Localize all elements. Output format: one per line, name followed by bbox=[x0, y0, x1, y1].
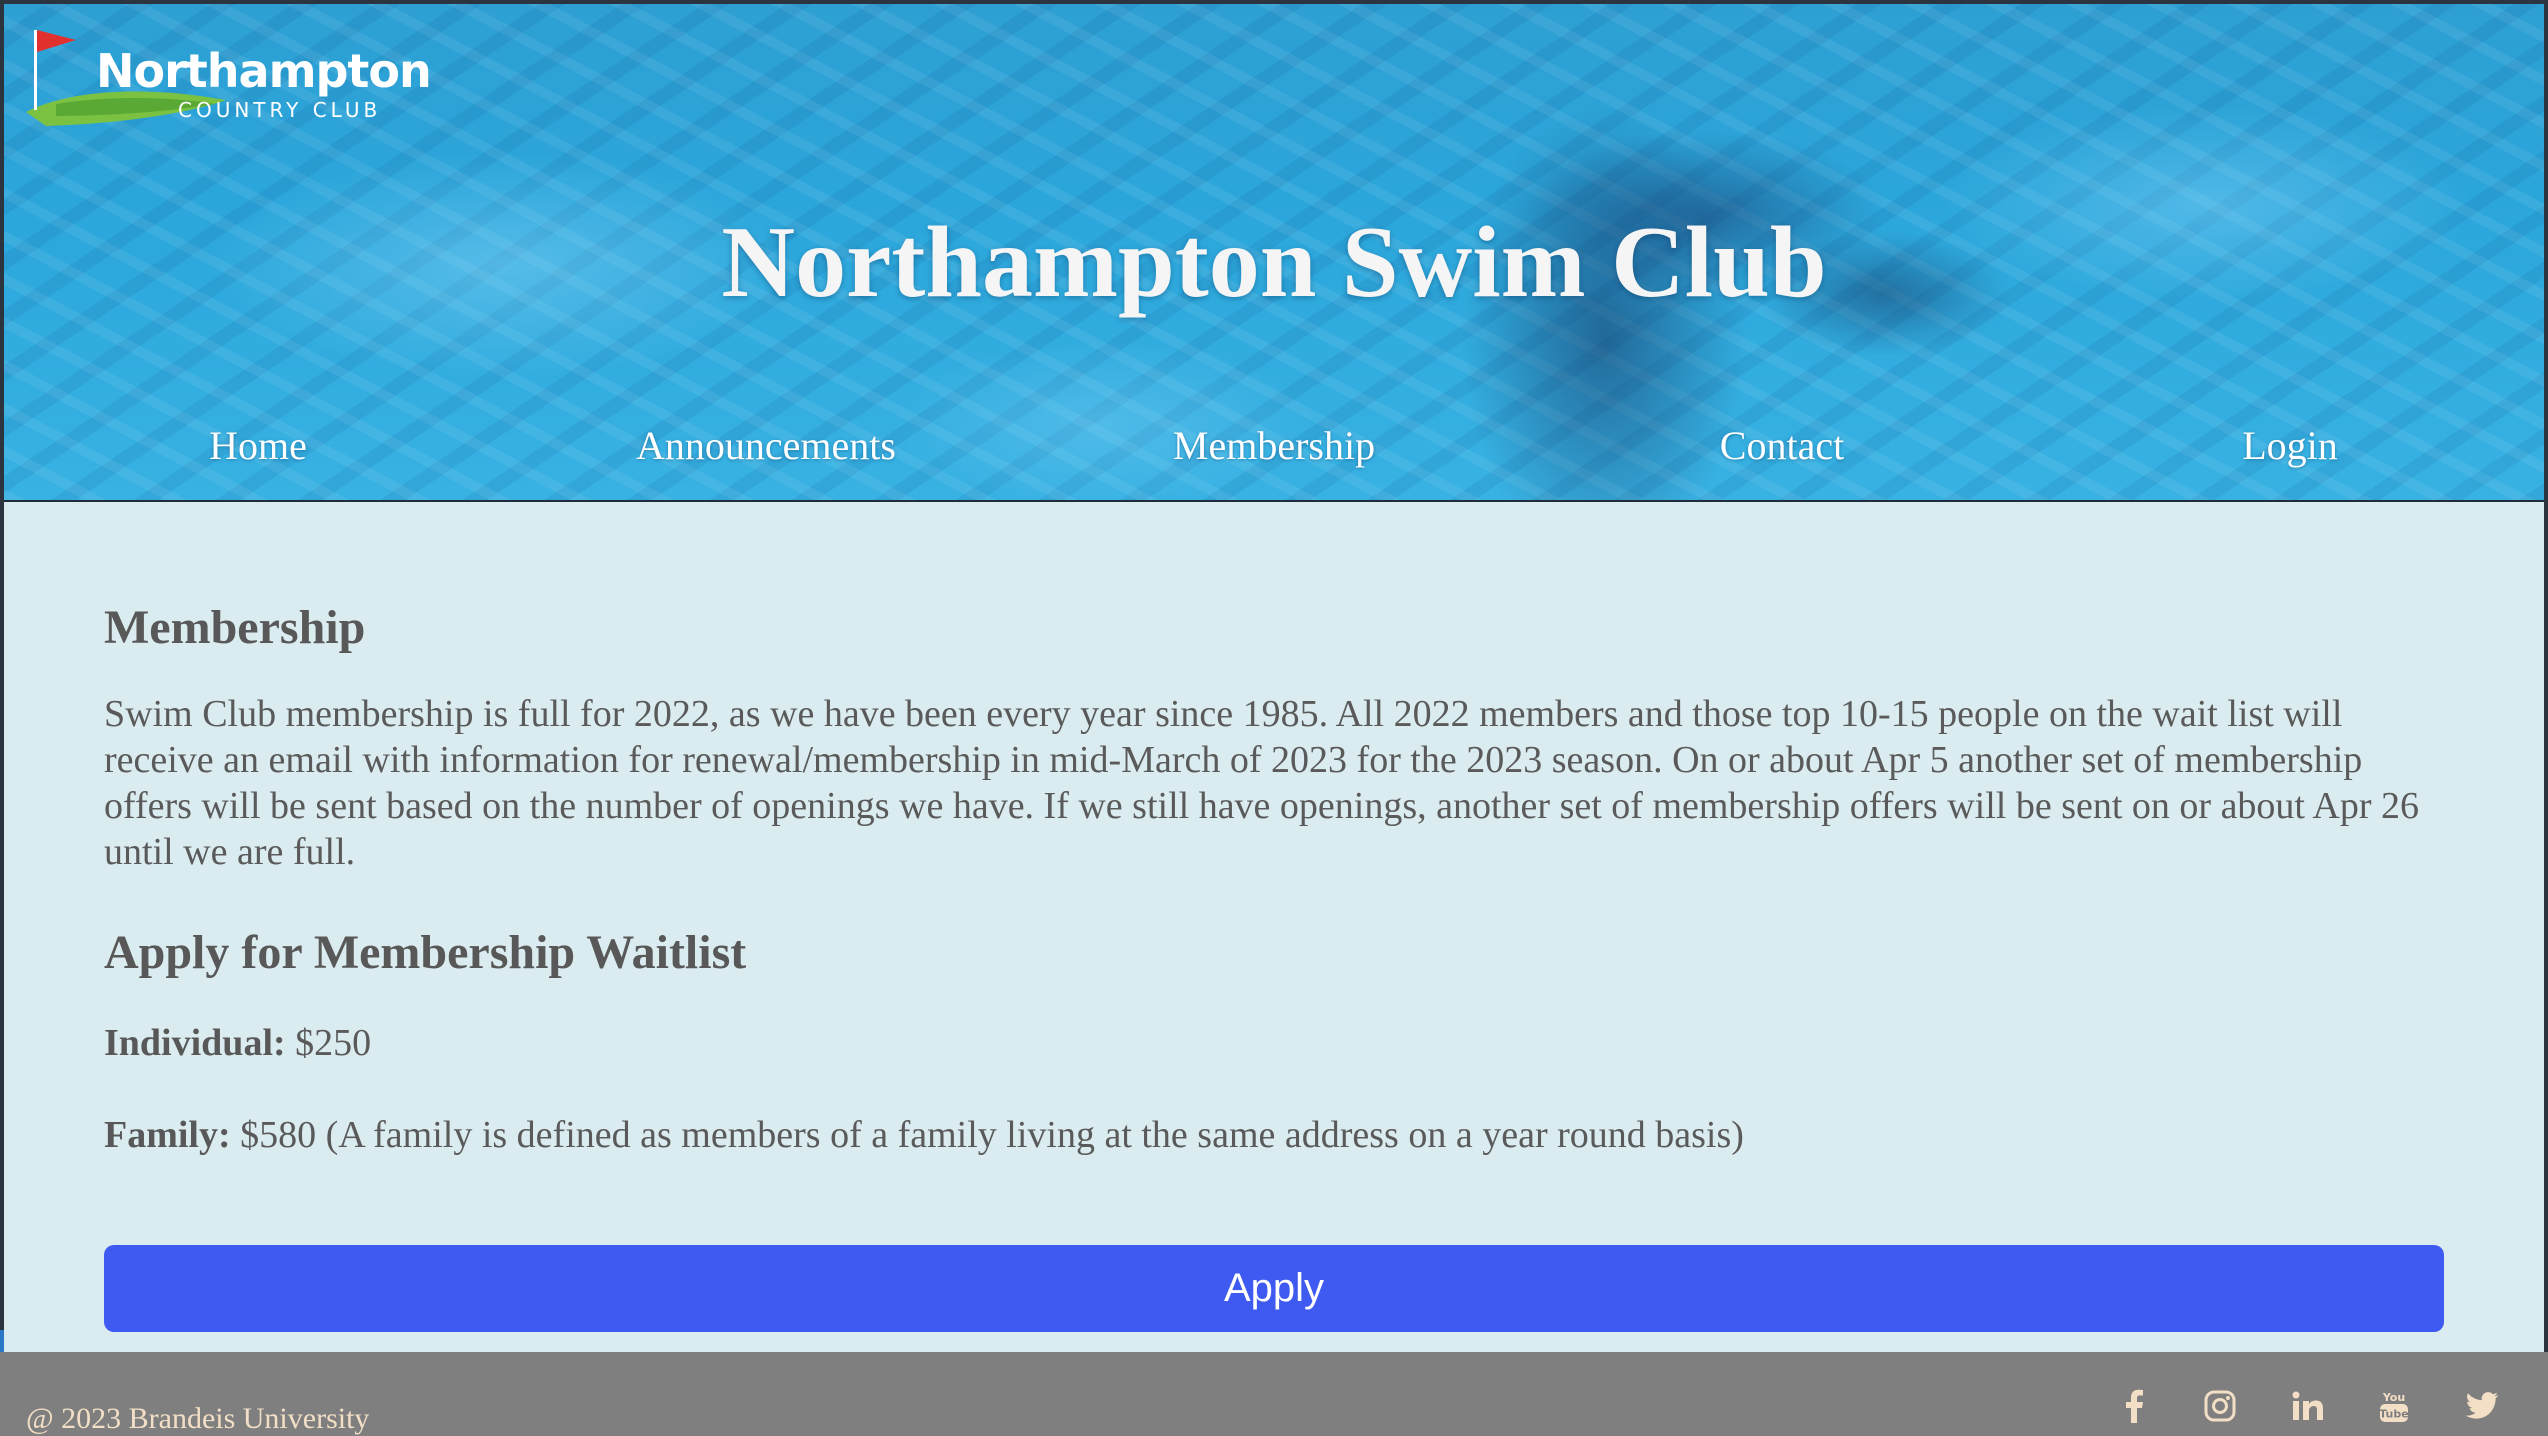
membership-description: Swim Club membership is full for 2022, a… bbox=[104, 693, 2419, 873]
page: Northampton COUNTRY CLUB Northampton Swi… bbox=[0, 0, 2548, 1436]
nav-contact[interactable]: Contact bbox=[1720, 422, 1844, 469]
club-logo[interactable]: Northampton COUNTRY CLUB bbox=[26, 26, 432, 136]
nav-login[interactable]: Login bbox=[2242, 422, 2338, 469]
family-price-label: Family: bbox=[104, 1114, 231, 1156]
scroll-indicator bbox=[0, 1330, 4, 1352]
facebook-icon[interactable] bbox=[2114, 1386, 2154, 1426]
nav-home[interactable]: Home bbox=[209, 422, 307, 469]
footer: @ 2023 Brandeis University You Tube bbox=[0, 1352, 2548, 1436]
linkedin-icon[interactable] bbox=[2288, 1386, 2328, 1426]
nav-membership[interactable]: Membership bbox=[1173, 422, 1375, 469]
individual-price-label: Individual: bbox=[104, 1022, 286, 1064]
window-right-edge bbox=[2544, 0, 2548, 1352]
family-price-value: $580 (A family is defined as members of … bbox=[230, 1114, 1744, 1156]
svg-text:Tube: Tube bbox=[2379, 1408, 2408, 1421]
logo-subtitle: COUNTRY CLUB bbox=[178, 98, 382, 122]
instagram-icon[interactable] bbox=[2200, 1386, 2240, 1426]
site-title: Northampton Swim Club bbox=[721, 206, 1827, 319]
youtube-icon[interactable]: You Tube bbox=[2374, 1386, 2414, 1426]
copyright-text: @ 2023 Brandeis University bbox=[26, 1402, 370, 1435]
membership-heading: Membership bbox=[104, 601, 366, 654]
hero-header: Northampton COUNTRY CLUB Northampton Swi… bbox=[4, 4, 2544, 502]
family-price: Family: $580 (A family is defined as mem… bbox=[104, 1112, 2444, 1158]
membership-content: Membership Swim Club membership is full … bbox=[104, 600, 2444, 1158]
individual-price: Individual: $250 bbox=[104, 1020, 2444, 1066]
individual-price-value: $250 bbox=[285, 1022, 372, 1064]
waitlist-heading: Apply for Membership Waitlist bbox=[104, 926, 747, 979]
main-nav: Home Announcements Membership Contact Lo… bbox=[4, 422, 2544, 482]
apply-button[interactable]: Apply bbox=[104, 1245, 2444, 1332]
svg-text:You: You bbox=[2382, 1391, 2405, 1404]
twitter-icon[interactable] bbox=[2462, 1386, 2502, 1426]
logo-wordmark: Northampton bbox=[96, 44, 432, 98]
nav-announcements[interactable]: Announcements bbox=[636, 422, 896, 469]
